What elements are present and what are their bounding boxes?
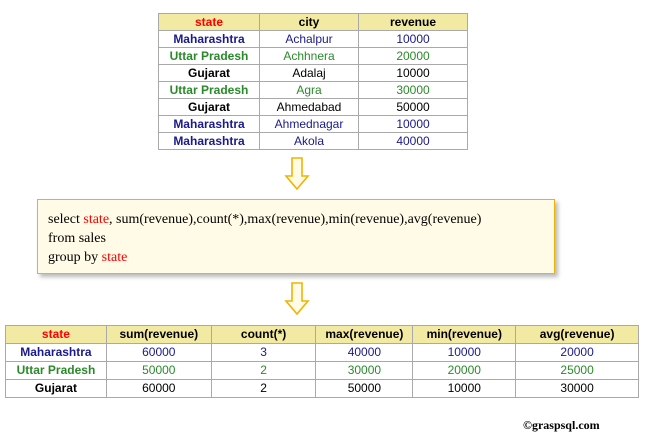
query-line-select: select state, sum(revenue),count(*),max(… [48,210,554,229]
query-line-group-by: group by state [48,248,554,267]
city-cell: Ahmedabad [259,98,359,116]
revenue-cell: 50000 [358,98,468,116]
max-cell: 50000 [315,379,414,398]
state-cell: Gujarat [158,64,260,82]
state-cell: Maharashtra [158,115,260,133]
revenue-cell: 30000 [358,81,468,99]
min-cell: 20000 [412,361,517,380]
table-row: Gujarat Ahmedabad 50000 [158,98,468,116]
header-max: max(revenue) [315,325,414,344]
state-cell: Maharashtra [5,343,107,362]
max-cell: 40000 [315,343,414,362]
header-state: state [5,325,107,344]
min-cell: 10000 [412,379,517,398]
header-min: min(revenue) [412,325,517,344]
sql-query-box: select state, sum(revenue),count(*),max(… [37,199,555,274]
down-arrow-icon [284,157,310,191]
revenue-cell: 40000 [358,132,468,150]
sum-cell: 50000 [105,361,212,380]
city-cell: Akola [259,132,359,150]
avg-cell: 25000 [515,361,639,380]
table-row: Uttar Pradesh Achhnera 20000 [158,47,468,65]
city-cell: Adalaj [259,64,359,82]
header-revenue: revenue [358,13,468,31]
state-cell: Gujarat [158,98,260,116]
avg-cell: 30000 [515,379,639,398]
header-sum: sum(revenue) [105,325,212,344]
state-cell: Maharashtra [158,30,260,48]
count-cell: 2 [210,361,317,380]
revenue-cell: 10000 [358,115,468,133]
revenue-cell: 10000 [358,64,468,82]
state-cell: Maharashtra [158,132,260,150]
table-row: Gujarat 60000 2 50000 10000 30000 [5,379,639,398]
table-row: Maharashtra Achalpur 10000 [158,30,468,48]
city-cell: Ahmednagar [259,115,359,133]
city-cell: Achhnera [259,47,359,65]
source-table: state city revenue Maharashtra Achalpur … [158,13,468,150]
city-cell: Agra [259,81,359,99]
header-city: city [259,13,359,31]
max-cell: 30000 [315,361,414,380]
state-cell: Uttar Pradesh [5,361,107,380]
table-row: Maharashtra Ahmednagar 10000 [158,115,468,133]
table-row: Uttar Pradesh 50000 2 30000 20000 25000 [5,361,639,380]
sum-cell: 60000 [105,343,212,362]
avg-cell: 20000 [515,343,639,362]
state-cell: Uttar Pradesh [158,47,260,65]
state-cell: Uttar Pradesh [158,81,260,99]
min-cell: 10000 [412,343,517,362]
credit-text: ©graspsql.com [523,418,600,432]
source-header-row: state city revenue [158,13,468,31]
header-count: count(*) [210,325,317,344]
city-cell: Achalpur [259,30,359,48]
query-group-state: state [101,250,128,265]
table-row: Uttar Pradesh Agra 30000 [158,81,468,99]
revenue-cell: 20000 [358,47,468,65]
revenue-cell: 10000 [358,30,468,48]
down-arrow-icon [284,282,310,316]
state-cell: Gujarat [5,379,107,398]
query-aggregates: , sum(revenue),count(*),max(revenue),min… [109,212,482,227]
query-select-keyword: select [48,212,84,227]
query-group-keyword: group by [48,250,102,265]
sum-cell: 60000 [105,379,212,398]
result-header-row: state sum(revenue) count(*) max(revenue)… [5,325,639,344]
header-state: state [158,13,260,31]
count-cell: 3 [210,343,317,362]
table-row: Maharashtra Akola 40000 [158,132,468,150]
query-line-from: from sales [48,231,106,246]
table-row: Gujarat Adalaj 10000 [158,64,468,82]
result-table: state sum(revenue) count(*) max(revenue)… [5,325,639,398]
table-row: Maharashtra 60000 3 40000 10000 20000 [5,343,639,362]
header-avg: avg(revenue) [515,325,639,344]
query-state-column: state [83,212,110,227]
count-cell: 2 [210,379,317,398]
